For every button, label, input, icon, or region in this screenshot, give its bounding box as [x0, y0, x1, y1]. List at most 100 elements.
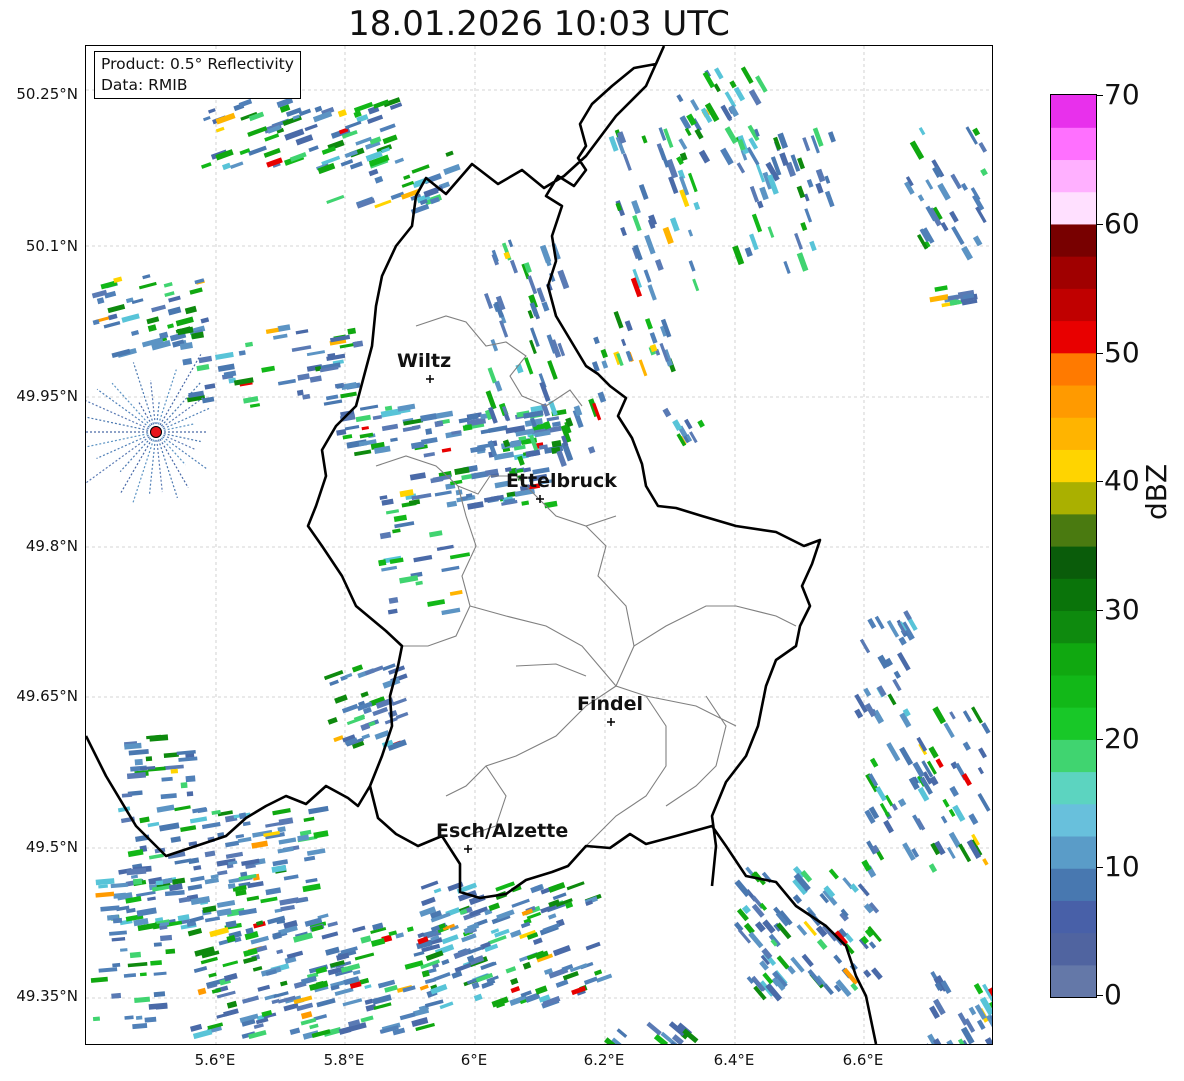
echo-cell: [297, 373, 310, 381]
echo-cell: [897, 652, 911, 671]
echo-cell: [827, 131, 836, 143]
echo-cell: [433, 971, 451, 982]
echo-cell: [359, 977, 370, 985]
echo-cell: [977, 766, 984, 775]
echo-cell: [352, 925, 366, 933]
echo-cell: [484, 293, 493, 310]
echo-cell: [308, 145, 319, 153]
echo-cell: [329, 679, 339, 686]
echo-cell: [129, 951, 142, 959]
echo-cell: [643, 269, 652, 283]
echo-cell: [928, 863, 938, 873]
echo-cell: [153, 942, 162, 947]
echo-cell: [347, 327, 357, 335]
echo-cell: [144, 1016, 157, 1023]
echo-cell: [494, 380, 503, 392]
echo-cell: [340, 391, 357, 399]
echo-cell: [748, 931, 764, 949]
echo-cell: [188, 857, 200, 865]
echo-cell: [95, 891, 115, 898]
echo-cell: [306, 350, 326, 357]
echo-cell: [296, 1002, 314, 1012]
echo-cell: [395, 711, 409, 720]
echo-cell: [749, 233, 759, 251]
echo-cell: [868, 941, 877, 949]
echo-cell: [261, 365, 276, 373]
echo-cell: [336, 428, 347, 436]
colorbar-segment: [1051, 481, 1096, 515]
echo-cell: [142, 274, 151, 280]
lon-label: 6°E: [460, 1051, 488, 1069]
echo-cell: [360, 722, 371, 731]
echo-cell: [654, 258, 664, 271]
echo-cell: [204, 850, 216, 858]
colorbar-tick: [1096, 867, 1103, 868]
echo-cell: [339, 342, 355, 349]
echo-cell: [689, 431, 698, 444]
echo-cell: [420, 880, 439, 890]
echo-cell: [155, 880, 164, 886]
echo-cell: [265, 327, 279, 335]
echo-cell: [649, 332, 658, 344]
echo-cell: [361, 733, 371, 740]
echo-cell: [823, 983, 834, 996]
echo-cell: [295, 329, 309, 335]
echo-cell: [189, 287, 203, 295]
echo-cell: [548, 881, 566, 893]
echo-cell: [90, 976, 108, 983]
lat-label: 50.25°N: [16, 85, 78, 103]
echo-cell: [509, 259, 519, 274]
echo-cell: [175, 316, 194, 327]
echo-cell: [522, 961, 532, 970]
echo-cell: [260, 896, 278, 904]
echo-cell: [215, 112, 236, 125]
colorbar-tick: [1096, 353, 1103, 354]
echo-cell: [379, 531, 392, 540]
echo-cell: [698, 149, 711, 164]
echo-cell: [278, 817, 294, 826]
echo-cell: [121, 793, 133, 798]
echo-cell: [854, 708, 864, 719]
echo-cell: [304, 123, 318, 132]
echo-cell: [223, 370, 237, 378]
echo-cell: [420, 413, 437, 422]
echo-cell: [732, 245, 745, 266]
echo-cell: [381, 423, 399, 432]
echo-cell: [111, 937, 126, 942]
echo-cell: [441, 607, 461, 616]
echo-cell: [949, 711, 956, 720]
echo-cell: [641, 135, 648, 144]
echo-cell: [180, 782, 188, 789]
echo-cell: [303, 855, 316, 862]
echo-cell: [925, 179, 934, 190]
echo-cell: [897, 798, 907, 807]
echo-cell: [296, 389, 304, 396]
colorbar-tick: [1096, 739, 1103, 740]
colorbar-segment: [1051, 964, 1096, 997]
echo-cell: [883, 819, 894, 834]
echo-cell: [749, 185, 760, 203]
echo-cell: [321, 931, 339, 940]
radar-map[interactable]: [85, 45, 993, 1045]
lat-label: 49.35°N: [16, 987, 78, 1005]
echo-cell: [461, 474, 473, 481]
echo-cell: [246, 895, 260, 902]
echo-cell: [544, 500, 558, 509]
echo-cell: [112, 917, 123, 924]
echo-cell: [644, 318, 653, 330]
colorbar-label: 60: [1104, 207, 1140, 240]
echo-cell: [748, 89, 762, 106]
echo-cell: [436, 544, 454, 551]
echo-cell: [806, 179, 814, 188]
colorbar-label: 10: [1104, 850, 1140, 883]
echo-cell: [184, 305, 197, 315]
echo-cell: [433, 887, 442, 894]
echo-cell: [693, 201, 701, 211]
echo-cell: [128, 748, 149, 756]
echo-cell: [898, 636, 907, 646]
echo-cell: [342, 998, 363, 1007]
lon-label: 6.4°E: [713, 1051, 755, 1069]
lon-label: 5.8°E: [323, 1051, 365, 1069]
echo-cell: [503, 413, 510, 421]
echo-cell: [109, 930, 127, 936]
